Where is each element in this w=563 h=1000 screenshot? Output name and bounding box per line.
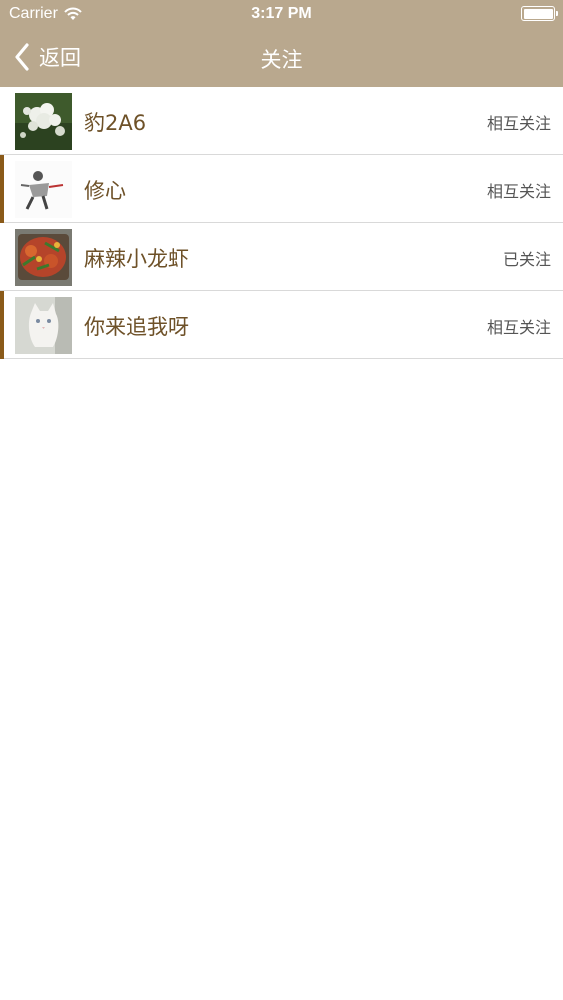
list-item[interactable]: 你来追我呀 相互关注 (0, 291, 563, 359)
navigation-bar: 返回 关注 (0, 28, 563, 87)
follow-list: 豹2A6 相互关注 修心 相互关注 麻辣小龙虾 已关注 你来追我呀 相互关注 (0, 87, 563, 359)
list-item[interactable]: 麻辣小龙虾 已关注 (0, 223, 563, 291)
row-highlight-marker (0, 155, 4, 223)
page-title: 关注 (260, 48, 303, 72)
avatar[interactable] (15, 297, 72, 354)
list-item[interactable]: 修心 相互关注 (0, 155, 563, 223)
list-item[interactable]: 豹2A6 相互关注 (0, 87, 563, 155)
avatar[interactable] (15, 229, 72, 286)
battery-fill (523, 8, 553, 19)
row-highlight-marker (0, 291, 4, 359)
battery-nub (556, 11, 558, 16)
top-bar: Carrier 3:17 PM 返回 关注 (0, 0, 563, 87)
user-name: 豹2A6 (84, 111, 147, 135)
user-name: 麻辣小龙虾 (84, 247, 189, 271)
status-bar: Carrier 3:17 PM (0, 0, 563, 28)
user-name: 你来追我呀 (84, 315, 189, 339)
avatar[interactable] (15, 93, 72, 150)
avatar[interactable] (15, 161, 72, 218)
status-time: 3:17 PM (251, 5, 312, 22)
follow-status: 已关注 (502, 250, 551, 269)
follow-status: 相互关注 (486, 182, 551, 201)
battery-icon (521, 6, 558, 21)
follow-status: 相互关注 (486, 114, 551, 133)
follow-status: 相互关注 (486, 318, 551, 337)
user-name: 修心 (84, 179, 126, 203)
